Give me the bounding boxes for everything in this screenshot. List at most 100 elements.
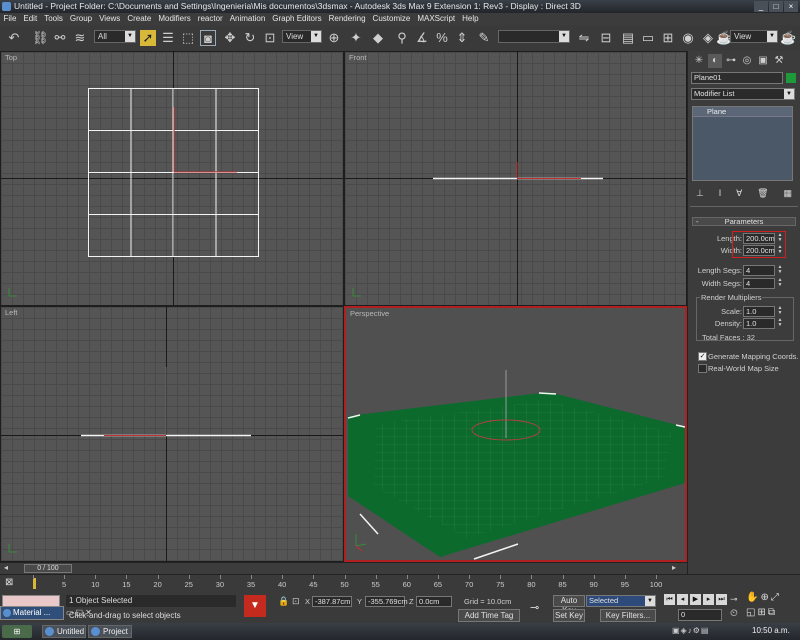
layer-manager-icon[interactable]: ▤ — [620, 30, 636, 46]
menu-graph-editors[interactable]: Graph Editors — [269, 13, 325, 25]
menu-create[interactable]: Create — [124, 13, 155, 25]
key-filters-button[interactable]: Key Filters... — [600, 609, 656, 622]
named-selection-dropdown[interactable]: ▼ — [498, 30, 570, 43]
select-and-rotate-icon[interactable]: ↻ — [242, 30, 258, 46]
viewport-nav-icons[interactable]: ✋⊕⤢ — [746, 592, 781, 603]
snap-toggle-icon[interactable]: ⚲ — [394, 30, 410, 46]
real-world-map-checkbox[interactable] — [698, 364, 707, 373]
length-segs-field[interactable]: 4 — [743, 265, 775, 276]
percent-snap-icon[interactable]: % — [434, 30, 450, 46]
system-tray-icons[interactable]: ▣◈♪⚙▤ — [672, 626, 709, 635]
menu-help[interactable]: Help — [459, 13, 482, 25]
material-editor-minimized[interactable]: Material ... — [0, 606, 64, 620]
undo-icon[interactable]: ↶ — [6, 30, 22, 46]
menu-customize[interactable]: Customize — [369, 13, 414, 25]
track-bar[interactable]: ⊠ 5 10 15 20 25 30 35 40 45 50 55 60 65 70 75 80 85 90 95 1… — [0, 575, 687, 591]
viewport-perspective[interactable]: Perspective — [344, 306, 687, 562]
menu-views[interactable]: Views — [96, 13, 124, 25]
menu-reactor[interactable]: reactor — [194, 13, 226, 25]
hierarchy-tab-icon[interactable]: ⊶ — [724, 54, 738, 68]
viewport-left[interactable]: Left — [0, 306, 344, 562]
width-spinner[interactable]: ▲ ▼ — [777, 245, 783, 256]
material-editor-icon[interactable]: ◉ — [680, 30, 696, 46]
close-button[interactable]: × — [784, 1, 798, 12]
rectangular-selection-icon[interactable]: ⬚ — [180, 30, 196, 46]
auto-key-button[interactable]: Auto Key — [553, 595, 585, 615]
pivot-center-icon[interactable]: ⊕ — [326, 30, 342, 46]
menu-maxscript[interactable]: MAXScript — [414, 13, 459, 25]
viewport-top[interactable]: Top — [0, 51, 344, 306]
pin-stack-icon[interactable]: ⊥ — [696, 188, 704, 200]
spinner-snap-icon[interactable]: ⇕ — [454, 30, 470, 46]
density-spinner[interactable]: ▲ ▼ — [777, 318, 783, 329]
parameters-rollout-header[interactable]: - Parameters — [692, 217, 796, 226]
x-coordinate-field[interactable]: -387.87cm — [312, 596, 352, 607]
width-segs-field[interactable]: 4 — [743, 278, 775, 289]
mirror-icon[interactable]: ⇋ — [576, 30, 592, 46]
render-setup-icon[interactable]: ◈ — [700, 30, 716, 46]
select-by-name-icon[interactable]: ☰ — [160, 30, 176, 46]
menu-modifiers[interactable]: Modifiers — [155, 13, 194, 25]
object-name-field[interactable]: Plane01 — [691, 72, 783, 84]
scale-spinner[interactable]: ▲ ▼ — [777, 306, 783, 317]
absolute-mode-icon[interactable]: ⊡ — [292, 596, 300, 607]
start-button[interactable]: ⊞ — [2, 625, 32, 638]
length-field[interactable]: 200.0cm — [743, 233, 775, 244]
minimized-window-buttons[interactable]: ▭◱✕ — [66, 608, 94, 617]
menu-file[interactable]: File — [0, 13, 20, 25]
go-to-start-icon[interactable]: ⏮ — [664, 594, 675, 605]
go-to-end-icon[interactable]: ⏭ — [716, 594, 727, 605]
length-spinner[interactable]: ▲ ▼ — [777, 233, 783, 244]
configure-modifier-sets-icon[interactable]: ▦ — [783, 188, 792, 200]
bind-space-warp-icon[interactable]: ≋ — [72, 30, 88, 46]
select-and-link-icon[interactable]: ⛓ — [32, 30, 49, 46]
make-unique-icon[interactable]: ∀ — [736, 188, 742, 200]
taskbar-item-project[interactable]: Project ... — [88, 625, 132, 638]
y-coordinate-field[interactable]: -355.769cm — [365, 596, 408, 607]
align-icon[interactable]: ⊟ — [598, 30, 614, 46]
density-field[interactable]: 1.0 — [743, 318, 775, 329]
modifier-stack-item[interactable]: Plane — [693, 107, 792, 117]
maximize-button[interactable]: □ — [769, 1, 783, 12]
key-mode-dropdown[interactable]: Selected ▼ — [586, 595, 656, 607]
motion-tab-icon[interactable]: ◎ — [740, 54, 754, 68]
named-selection-icon[interactable]: ✎ — [476, 30, 492, 46]
utilities-tab-icon[interactable]: ⚒ — [772, 54, 786, 68]
selection-filter-dropdown[interactable]: All ▼ — [94, 30, 136, 43]
keyboard-shortcut-icon[interactable]: ◆ — [370, 30, 386, 46]
curve-editor-icon[interactable]: ▭ — [640, 30, 656, 46]
current-frame-field[interactable]: 0 — [678, 609, 722, 621]
width-segs-spinner[interactable]: ▲ ▼ — [777, 278, 783, 289]
create-tab-icon[interactable]: ✳ — [692, 54, 706, 68]
reference-coordinate-dropdown[interactable]: View ▼ — [282, 30, 322, 43]
quick-render-icon[interactable]: ☕ — [780, 30, 796, 46]
lock-selection-icon[interactable]: 🔒 — [278, 596, 289, 607]
time-slider-thumb[interactable]: 0 / 100 — [24, 564, 72, 573]
time-config-icon[interactable]: ⏲ — [730, 608, 738, 619]
window-crossing-icon[interactable]: ◙ — [200, 30, 216, 46]
modifier-list-dropdown[interactable]: Modifier List ▼ — [691, 88, 795, 100]
viewport-front[interactable]: Front — [344, 51, 687, 306]
next-frame-icon[interactable]: ▸ — [703, 594, 714, 605]
menu-animation[interactable]: Animation — [226, 13, 269, 25]
set-key-button[interactable]: Set Key — [553, 609, 585, 622]
modifier-stack[interactable]: Plane — [692, 106, 793, 181]
viewport-nav-icons-row2[interactable]: ◱⊞⧉ — [746, 607, 777, 618]
play-icon[interactable]: ▶ — [690, 594, 701, 605]
menu-group[interactable]: Group — [66, 13, 95, 25]
maxscript-button[interactable]: ▼ — [244, 595, 266, 617]
menu-rendering[interactable]: Rendering — [325, 13, 369, 25]
z-coordinate-field[interactable]: 0.0cm — [416, 596, 452, 607]
length-segs-spinner[interactable]: ▲ ▼ — [777, 265, 783, 276]
display-tab-icon[interactable]: ▣ — [756, 54, 770, 68]
schematic-view-icon[interactable]: ⊞ — [660, 30, 676, 46]
render-type-dropdown[interactable]: View ▼ — [730, 30, 778, 43]
show-end-result-icon[interactable]: Ι — [719, 188, 722, 200]
select-object-icon[interactable]: ➚ — [140, 30, 156, 46]
menu-edit[interactable]: Edit — [20, 13, 41, 25]
minimize-button[interactable]: _ — [754, 1, 768, 12]
object-color-swatch[interactable] — [786, 73, 796, 83]
menu-tools[interactable]: Tools — [41, 13, 67, 25]
modify-tab-icon[interactable]: ◐ — [708, 54, 722, 68]
angle-snap-icon[interactable]: ∡ — [414, 30, 430, 46]
